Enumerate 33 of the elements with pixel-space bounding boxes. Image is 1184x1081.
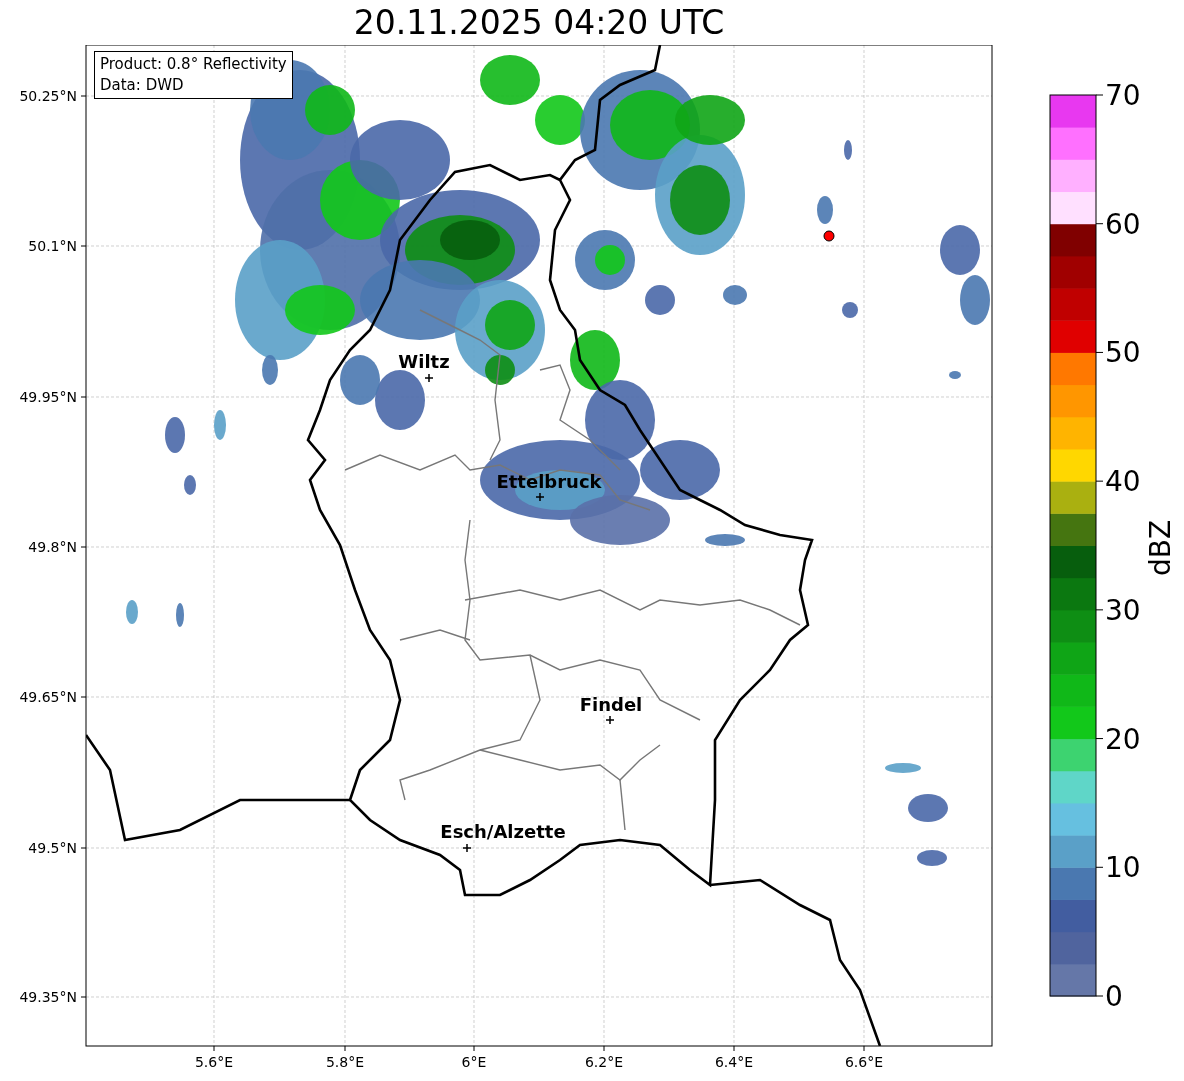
colorbar-tick-label: 30 [1105, 593, 1141, 627]
city-label: Findel [579, 694, 643, 715]
axis-tick-label: 6°E [461, 1054, 487, 1070]
city-label: Ettelbruck [496, 471, 602, 492]
city-marker-icon [462, 843, 472, 853]
axis-tick-label: 49.65°N [19, 689, 77, 705]
colorbar-tick-label: 0 [1105, 980, 1123, 1013]
axis-tick-label: 6.2°E [584, 1054, 624, 1070]
colorbar-tick-label: 40 [1105, 465, 1141, 499]
city-marker-icon [535, 492, 545, 502]
axis-tick-label: 5.6°E [194, 1054, 234, 1070]
info-box: Product: 0.8° Reflectivity Data: DWD [94, 51, 293, 99]
axis-tick-label: 6.4°E [714, 1054, 754, 1070]
radar-site-marker [823, 230, 835, 242]
colorbar-tick-label: 10 [1105, 851, 1141, 885]
chart-title: 20.11.2025 04:20 UTC [352, 2, 726, 44]
colorbar-tick-label: 50 [1105, 336, 1141, 370]
city-label: Wiltz [398, 351, 450, 372]
axis-tick-label: 6.6°E [844, 1054, 884, 1070]
colorbar-tick-label: 70 [1105, 79, 1141, 112]
colorbar-label: dBZ [1144, 519, 1177, 577]
axis-tick-label: 50.1°N [28, 238, 77, 254]
axis-tick-label: 49.5°N [28, 840, 77, 856]
city-marker-icon [605, 715, 615, 725]
axis-tick-label: 49.95°N [19, 389, 77, 405]
axis-tick-label: 5.8°E [325, 1054, 365, 1070]
colorbar-tick-label: 60 [1105, 207, 1141, 241]
city-label: Esch/Alzette [440, 821, 566, 842]
city-marker-icon [424, 373, 434, 383]
colorbar-tick-label: 20 [1105, 722, 1141, 756]
axis-tick-label: 49.35°N [19, 989, 77, 1005]
axis-tick-label: 49.8°N [28, 539, 77, 555]
axis-tick-label: 50.25°N [19, 88, 77, 104]
